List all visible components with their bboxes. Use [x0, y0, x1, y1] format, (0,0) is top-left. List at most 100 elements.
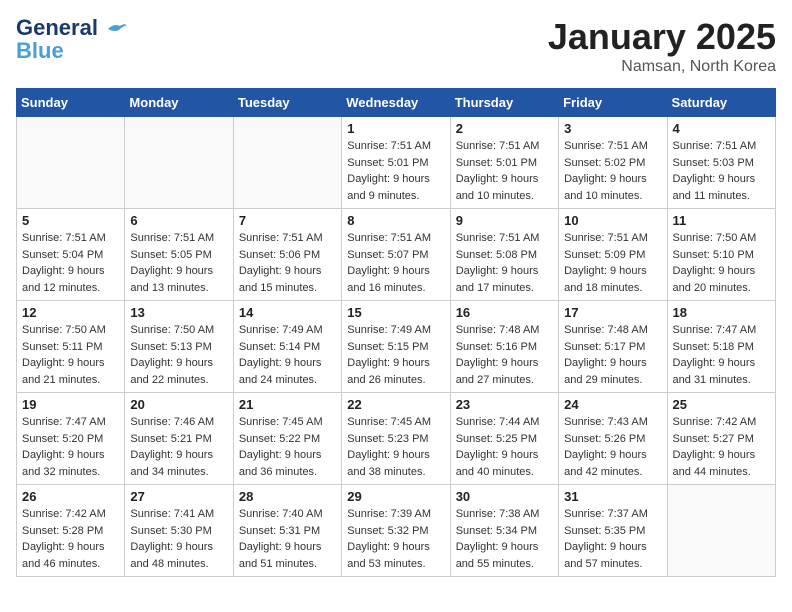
calendar-cell: 11 Sunrise: 7:50 AM Sunset: 5:10 PM Dayl…: [667, 209, 775, 301]
sunset-text: Sunset: 5:18 PM: [673, 341, 754, 353]
calendar-cell: 13 Sunrise: 7:50 AM Sunset: 5:13 PM Dayl…: [125, 301, 233, 393]
sunrise-text: Sunrise: 7:51 AM: [239, 232, 323, 244]
cell-info: Sunrise: 7:49 AM Sunset: 5:14 PM Dayligh…: [239, 322, 336, 388]
calendar-cell: 31 Sunrise: 7:37 AM Sunset: 5:35 PM Dayl…: [559, 485, 667, 577]
daylight-text: Daylight: 9 hours and 22 minutes.: [130, 357, 213, 386]
calendar-cell: 8 Sunrise: 7:51 AM Sunset: 5:07 PM Dayli…: [342, 209, 450, 301]
day-number: 24: [564, 397, 661, 412]
month-title: January 2025: [548, 16, 776, 58]
sunrise-text: Sunrise: 7:51 AM: [564, 140, 648, 152]
daylight-text: Daylight: 9 hours and 26 minutes.: [347, 357, 430, 386]
calendar-cell: 12 Sunrise: 7:50 AM Sunset: 5:11 PM Dayl…: [17, 301, 125, 393]
sunrise-text: Sunrise: 7:50 AM: [130, 324, 214, 336]
cell-info: Sunrise: 7:42 AM Sunset: 5:27 PM Dayligh…: [673, 414, 770, 480]
daylight-text: Daylight: 9 hours and 29 minutes.: [564, 357, 647, 386]
day-number: 29: [347, 489, 444, 504]
daylight-text: Daylight: 9 hours and 51 minutes.: [239, 541, 322, 570]
day-number: 2: [456, 121, 553, 136]
sunrise-text: Sunrise: 7:42 AM: [22, 508, 106, 520]
sunrise-text: Sunrise: 7:37 AM: [564, 508, 648, 520]
sunrise-text: Sunrise: 7:51 AM: [564, 232, 648, 244]
sunrise-text: Sunrise: 7:51 AM: [456, 140, 540, 152]
calendar-cell: 26 Sunrise: 7:42 AM Sunset: 5:28 PM Dayl…: [17, 485, 125, 577]
cell-info: Sunrise: 7:51 AM Sunset: 5:01 PM Dayligh…: [347, 138, 444, 204]
sunrise-text: Sunrise: 7:51 AM: [347, 232, 431, 244]
day-number: 21: [239, 397, 336, 412]
cell-info: Sunrise: 7:51 AM Sunset: 5:01 PM Dayligh…: [456, 138, 553, 204]
cell-info: Sunrise: 7:48 AM Sunset: 5:16 PM Dayligh…: [456, 322, 553, 388]
sunrise-text: Sunrise: 7:42 AM: [673, 416, 757, 428]
cell-info: Sunrise: 7:50 AM Sunset: 5:11 PM Dayligh…: [22, 322, 119, 388]
sunrise-text: Sunrise: 7:40 AM: [239, 508, 323, 520]
cell-info: Sunrise: 7:45 AM Sunset: 5:22 PM Dayligh…: [239, 414, 336, 480]
daylight-text: Daylight: 9 hours and 13 minutes.: [130, 265, 213, 294]
day-number: 12: [22, 305, 119, 320]
weekday-header-thursday: Thursday: [450, 89, 558, 117]
sunrise-text: Sunrise: 7:47 AM: [22, 416, 106, 428]
cell-info: Sunrise: 7:43 AM Sunset: 5:26 PM Dayligh…: [564, 414, 661, 480]
cell-info: Sunrise: 7:50 AM Sunset: 5:10 PM Dayligh…: [673, 230, 770, 296]
calendar-cell: 4 Sunrise: 7:51 AM Sunset: 5:03 PM Dayli…: [667, 117, 775, 209]
day-number: 8: [347, 213, 444, 228]
calendar-cell: 27 Sunrise: 7:41 AM Sunset: 5:30 PM Dayl…: [125, 485, 233, 577]
sunset-text: Sunset: 5:08 PM: [456, 249, 537, 261]
sunrise-text: Sunrise: 7:49 AM: [347, 324, 431, 336]
sunset-text: Sunset: 5:31 PM: [239, 525, 320, 537]
sunset-text: Sunset: 5:21 PM: [130, 433, 211, 445]
day-number: 6: [130, 213, 227, 228]
sunset-text: Sunset: 5:13 PM: [130, 341, 211, 353]
daylight-text: Daylight: 9 hours and 16 minutes.: [347, 265, 430, 294]
sunrise-text: Sunrise: 7:51 AM: [456, 232, 540, 244]
day-number: 20: [130, 397, 227, 412]
calendar-cell: 14 Sunrise: 7:49 AM Sunset: 5:14 PM Dayl…: [233, 301, 341, 393]
calendar-cell: 29 Sunrise: 7:39 AM Sunset: 5:32 PM Dayl…: [342, 485, 450, 577]
daylight-text: Daylight: 9 hours and 55 minutes.: [456, 541, 539, 570]
cell-info: Sunrise: 7:51 AM Sunset: 5:05 PM Dayligh…: [130, 230, 227, 296]
cell-info: Sunrise: 7:48 AM Sunset: 5:17 PM Dayligh…: [564, 322, 661, 388]
day-number: 5: [22, 213, 119, 228]
daylight-text: Daylight: 9 hours and 53 minutes.: [347, 541, 430, 570]
cell-info: Sunrise: 7:39 AM Sunset: 5:32 PM Dayligh…: [347, 506, 444, 572]
sunrise-text: Sunrise: 7:45 AM: [239, 416, 323, 428]
daylight-text: Daylight: 9 hours and 12 minutes.: [22, 265, 105, 294]
calendar-cell: 15 Sunrise: 7:49 AM Sunset: 5:15 PM Dayl…: [342, 301, 450, 393]
logo-bird-icon: [106, 21, 128, 37]
calendar-cell: 28 Sunrise: 7:40 AM Sunset: 5:31 PM Dayl…: [233, 485, 341, 577]
sunrise-text: Sunrise: 7:48 AM: [456, 324, 540, 336]
sunrise-text: Sunrise: 7:41 AM: [130, 508, 214, 520]
calendar-cell: 20 Sunrise: 7:46 AM Sunset: 5:21 PM Dayl…: [125, 393, 233, 485]
daylight-text: Daylight: 9 hours and 48 minutes.: [130, 541, 213, 570]
day-number: 10: [564, 213, 661, 228]
sunset-text: Sunset: 5:28 PM: [22, 525, 103, 537]
sunset-text: Sunset: 5:11 PM: [22, 341, 103, 353]
week-row-1: 1 Sunrise: 7:51 AM Sunset: 5:01 PM Dayli…: [17, 117, 776, 209]
logo-text: General: [16, 16, 128, 40]
sunset-text: Sunset: 5:35 PM: [564, 525, 645, 537]
daylight-text: Daylight: 9 hours and 10 minutes.: [456, 173, 539, 202]
calendar-cell: 19 Sunrise: 7:47 AM Sunset: 5:20 PM Dayl…: [17, 393, 125, 485]
sunrise-text: Sunrise: 7:51 AM: [347, 140, 431, 152]
sunset-text: Sunset: 5:32 PM: [347, 525, 428, 537]
day-number: 13: [130, 305, 227, 320]
cell-info: Sunrise: 7:51 AM Sunset: 5:04 PM Dayligh…: [22, 230, 119, 296]
day-number: 1: [347, 121, 444, 136]
daylight-text: Daylight: 9 hours and 44 minutes.: [673, 449, 756, 478]
calendar-cell: [125, 117, 233, 209]
calendar-cell: [17, 117, 125, 209]
calendar-cell: [667, 485, 775, 577]
sunset-text: Sunset: 5:22 PM: [239, 433, 320, 445]
page-header: General Blue January 2025 Namsan, North …: [16, 16, 776, 76]
sunset-text: Sunset: 5:01 PM: [347, 157, 428, 169]
day-number: 30: [456, 489, 553, 504]
weekday-header-wednesday: Wednesday: [342, 89, 450, 117]
daylight-text: Daylight: 9 hours and 27 minutes.: [456, 357, 539, 386]
cell-info: Sunrise: 7:38 AM Sunset: 5:34 PM Dayligh…: [456, 506, 553, 572]
daylight-text: Daylight: 9 hours and 18 minutes.: [564, 265, 647, 294]
day-number: 25: [673, 397, 770, 412]
daylight-text: Daylight: 9 hours and 11 minutes.: [673, 173, 756, 202]
sunrise-text: Sunrise: 7:46 AM: [130, 416, 214, 428]
daylight-text: Daylight: 9 hours and 42 minutes.: [564, 449, 647, 478]
week-row-5: 26 Sunrise: 7:42 AM Sunset: 5:28 PM Dayl…: [17, 485, 776, 577]
sunset-text: Sunset: 5:27 PM: [673, 433, 754, 445]
sunset-text: Sunset: 5:07 PM: [347, 249, 428, 261]
